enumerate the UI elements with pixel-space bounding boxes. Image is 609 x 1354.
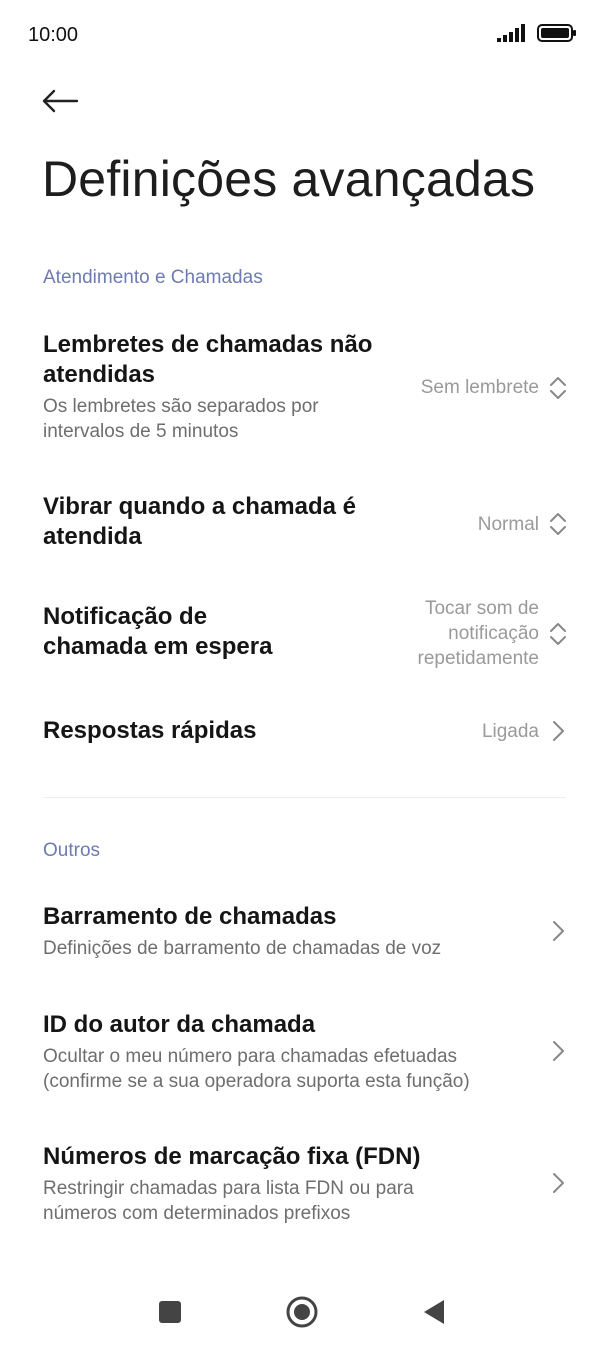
row-title: Números de marcação fixa (FDN) [43,1143,421,1170]
caller-id-row[interactable]: ID do autor da chamada Ocultar o meu núm… [0,1010,609,1100]
row-value: Tocar som de notificação repetidamente [417,598,539,669]
square-icon [159,1301,181,1323]
status-icons [497,24,577,42]
status-time: 10:00 [28,24,79,46]
row-value: Ligada [481,721,539,742]
updown-chevron-icon [550,513,566,535]
back-nav-button[interactable] [412,1290,456,1334]
signal-icon [497,24,525,42]
row-subtitle: Os lembretes são separados por intervalo… [43,396,319,442]
row-value: Sem lembrete [420,377,539,398]
row-title: Barramento de chamadas [43,903,337,930]
circle-icon [286,1296,318,1328]
section-header-calls: Atendimento e Chamadas [43,267,263,288]
row-subtitle: Restringir chamadas para lista FDN ou pa… [43,1178,414,1224]
row-value: Normal [477,514,539,535]
missed-call-reminders-row[interactable]: Lembretes de chamadas não atendidas Os l… [0,330,609,450]
quick-responses-row[interactable]: Respostas rápidas Ligada [0,716,609,748]
chevron-right-icon [553,721,564,741]
row-title: Lembretes de chamadas não atendidas [43,331,373,388]
arrow-left-icon [42,89,79,113]
back-button[interactable] [38,82,82,120]
triangle-back-icon [424,1300,444,1324]
navigation-bar [0,1270,609,1354]
row-title: Notificação de chamada em espera [43,603,273,660]
section-divider [43,797,566,798]
row-subtitle: Ocultar o meu número para chamadas efetu… [43,1046,470,1092]
updown-chevron-icon [550,377,566,399]
row-title: Respostas rápidas [43,717,257,744]
home-button[interactable] [280,1290,324,1334]
recents-button[interactable] [148,1290,192,1334]
row-subtitle: Definições de barramento de chamadas de … [43,938,442,959]
row-title: ID do autor da chamada [43,1011,316,1038]
status-bar: 10:00 [0,0,609,70]
chevron-right-icon [553,1041,564,1061]
row-title: Vibrar quando a chamada é atendida [43,493,356,550]
call-waiting-notification-row[interactable]: Notificação de chamada em espera Tocar s… [0,596,609,676]
call-barring-row[interactable]: Barramento de chamadas Definições de bar… [0,902,609,966]
page-title: Definições avançadas [42,151,536,207]
vibrate-on-answer-row[interactable]: Vibrar quando a chamada é atendida Norma… [0,492,609,558]
chevron-right-icon [553,921,564,941]
chevron-right-icon [553,1173,564,1193]
section-header-others: Outros [43,840,101,861]
battery-icon [537,24,576,42]
updown-chevron-icon [550,623,566,645]
fixed-dialing-numbers-row[interactable]: Números de marcação fixa (FDN) Restringi… [0,1142,609,1232]
